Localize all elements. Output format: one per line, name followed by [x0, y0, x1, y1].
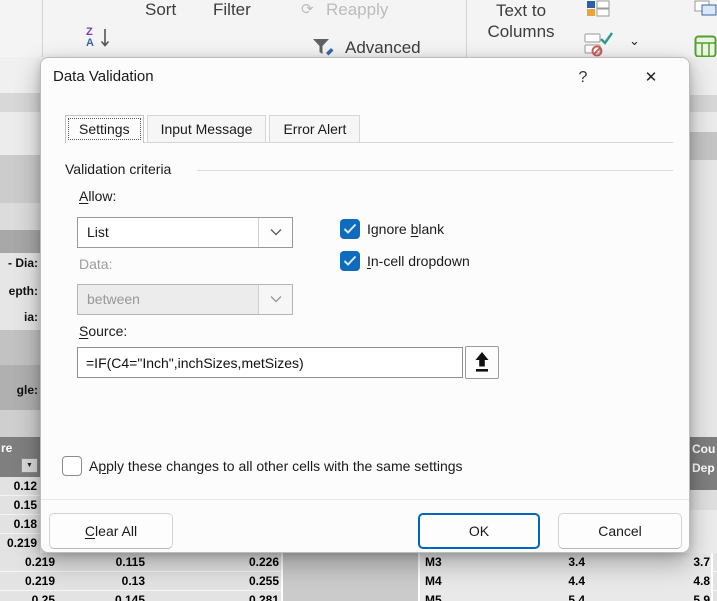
spreadsheet-cell[interactable]: 5.4 — [480, 593, 585, 601]
cancel-button[interactable]: Cancel — [558, 513, 682, 549]
spreadsheet-cell[interactable]: 4.8 — [586, 574, 710, 588]
data-label: Data: — [79, 256, 113, 272]
cell-label[interactable]: epth: — [0, 284, 40, 298]
checkmark-icon — [343, 255, 357, 266]
spreadsheet-cell[interactable]: 0.226 — [147, 555, 279, 569]
table-column-header[interactable]: re ▼ — [0, 437, 40, 477]
data-validation-dialog: Data Validation ? ✕ Settings Input Messa… — [40, 57, 690, 553]
collapse-dialog-button[interactable] — [465, 346, 499, 379]
spreadsheet-cell[interactable]: 0.12 — [0, 477, 40, 496]
ribbon-divider — [466, 0, 467, 57]
filter-dropdown-button[interactable]: ▼ — [21, 458, 38, 473]
cell-label[interactable]: - Dia: — [0, 256, 40, 270]
data-validation-icon[interactable] — [584, 31, 616, 57]
remove-duplicates-icon[interactable] — [694, 0, 717, 17]
spreadsheet-cell[interactable]: 0.219 — [0, 574, 55, 588]
spreadsheet-cell[interactable]: M4 — [425, 574, 480, 588]
table-row: 0.219 0.115 0.226 M3 3.4 3.7 — [0, 553, 717, 572]
tab-error-alert[interactable]: Error Alert — [269, 115, 361, 142]
clear-all-button[interactable]: Clear All — [49, 513, 173, 549]
spreadsheet-cell[interactable]: 0.115 — [57, 555, 145, 569]
reapply-icon: ⟳ — [301, 1, 314, 18]
data-value: between — [87, 291, 140, 307]
allow-combobox[interactable]: List — [77, 217, 293, 248]
chevron-down-icon — [258, 285, 292, 314]
tab-input-message[interactable]: Input Message — [146, 115, 267, 142]
text-to-columns-button[interactable]: Text to Columns — [476, 0, 566, 42]
table-row: 0.25 0.145 0.281 M5 5.4 5.9 — [0, 591, 717, 601]
help-button[interactable]: ? — [569, 64, 597, 92]
data-combobox: between — [77, 284, 293, 315]
table-row: 0.219 0.13 0.255 M4 4.4 4.8 — [0, 572, 717, 591]
spreadsheet-cell[interactable]: 5.9 — [586, 593, 710, 601]
ribbon-divider — [42, 0, 43, 57]
filter-button[interactable]: Filter — [213, 0, 251, 20]
in-cell-dropdown-label: In-cell dropdown — [367, 253, 470, 269]
validation-criteria-label: Validation criteria — [65, 161, 172, 177]
advanced-filter-button[interactable]: Advanced — [345, 38, 421, 58]
spreadsheet-cell[interactable]: 3.7 — [586, 555, 710, 569]
spreadsheet-cell[interactable]: 0.219 — [0, 534, 40, 554]
spreadsheet-cell[interactable]: 0.25 — [0, 593, 55, 601]
spreadsheet-cell[interactable]: 0.281 — [147, 593, 279, 601]
ribbon-data-tab: Z A Sort Filter ⟳ Reapply Advanced Text … — [0, 0, 717, 58]
sort-button[interactable]: Sort — [145, 0, 176, 20]
ignore-blank-checkbox[interactable] — [340, 219, 360, 239]
spreadsheet-cell[interactable]: 0.255 — [147, 574, 279, 588]
dialog-tabstrip: Settings Input Message Error Alert — [65, 115, 673, 143]
collapse-up-arrow-icon — [475, 352, 489, 372]
source-label: Source: — [79, 323, 128, 339]
source-input[interactable] — [77, 347, 463, 378]
chevron-down-icon[interactable] — [258, 218, 292, 247]
down-arrow-icon — [100, 29, 110, 47]
reapply-button: Reapply — [326, 0, 389, 19]
cell-label[interactable]: ia: — [0, 310, 40, 324]
spreadsheet-cell[interactable]: 0.145 — [57, 593, 145, 601]
apply-changes-checkbox[interactable] — [62, 456, 82, 476]
spreadsheet-cell[interactable]: 0.219 — [0, 555, 55, 569]
in-cell-dropdown-checkbox[interactable] — [340, 251, 360, 271]
checkmark-icon — [343, 223, 357, 234]
spreadsheet-cell[interactable]: 0.18 — [0, 515, 40, 534]
spreadsheet-cell[interactable]: 0.13 — [57, 574, 145, 588]
ok-button[interactable]: OK — [418, 513, 540, 549]
cell-label[interactable]: gle: — [0, 383, 40, 397]
allow-value: List — [87, 224, 109, 240]
what-if-analysis-icon[interactable] — [694, 35, 717, 58]
spreadsheet-cell[interactable]: M5 — [425, 593, 480, 601]
allow-label: Allow: — [79, 188, 117, 204]
flash-fill-icon[interactable] — [586, 0, 610, 17]
spreadsheet-cell[interactable]: M3 — [425, 555, 480, 569]
chevron-down-icon[interactable]: ⌄ — [629, 33, 640, 49]
spreadsheet-cell[interactable]: 4.4 — [480, 574, 585, 588]
footer-divider — [41, 499, 689, 500]
apply-changes-label: Apply these changes to all other cells w… — [89, 458, 463, 474]
ignore-blank-label: Ignore blank — [367, 221, 445, 237]
spreadsheet-cell[interactable]: 3.4 — [480, 555, 585, 569]
group-divider — [197, 170, 673, 171]
close-icon[interactable]: ✕ — [635, 63, 667, 93]
excel-window: Z A Sort Filter ⟳ Reapply Advanced Text … — [0, 0, 717, 601]
spreadsheet-cell[interactable]: 0.15 — [0, 496, 40, 515]
sort-za-icon[interactable]: Z A — [86, 27, 110, 49]
advanced-filter-icon — [313, 39, 334, 56]
table-column-header[interactable]: Cou Dep — [690, 437, 717, 490]
dialog-title: Data Validation — [53, 68, 154, 85]
tab-settings[interactable]: Settings — [65, 115, 144, 143]
